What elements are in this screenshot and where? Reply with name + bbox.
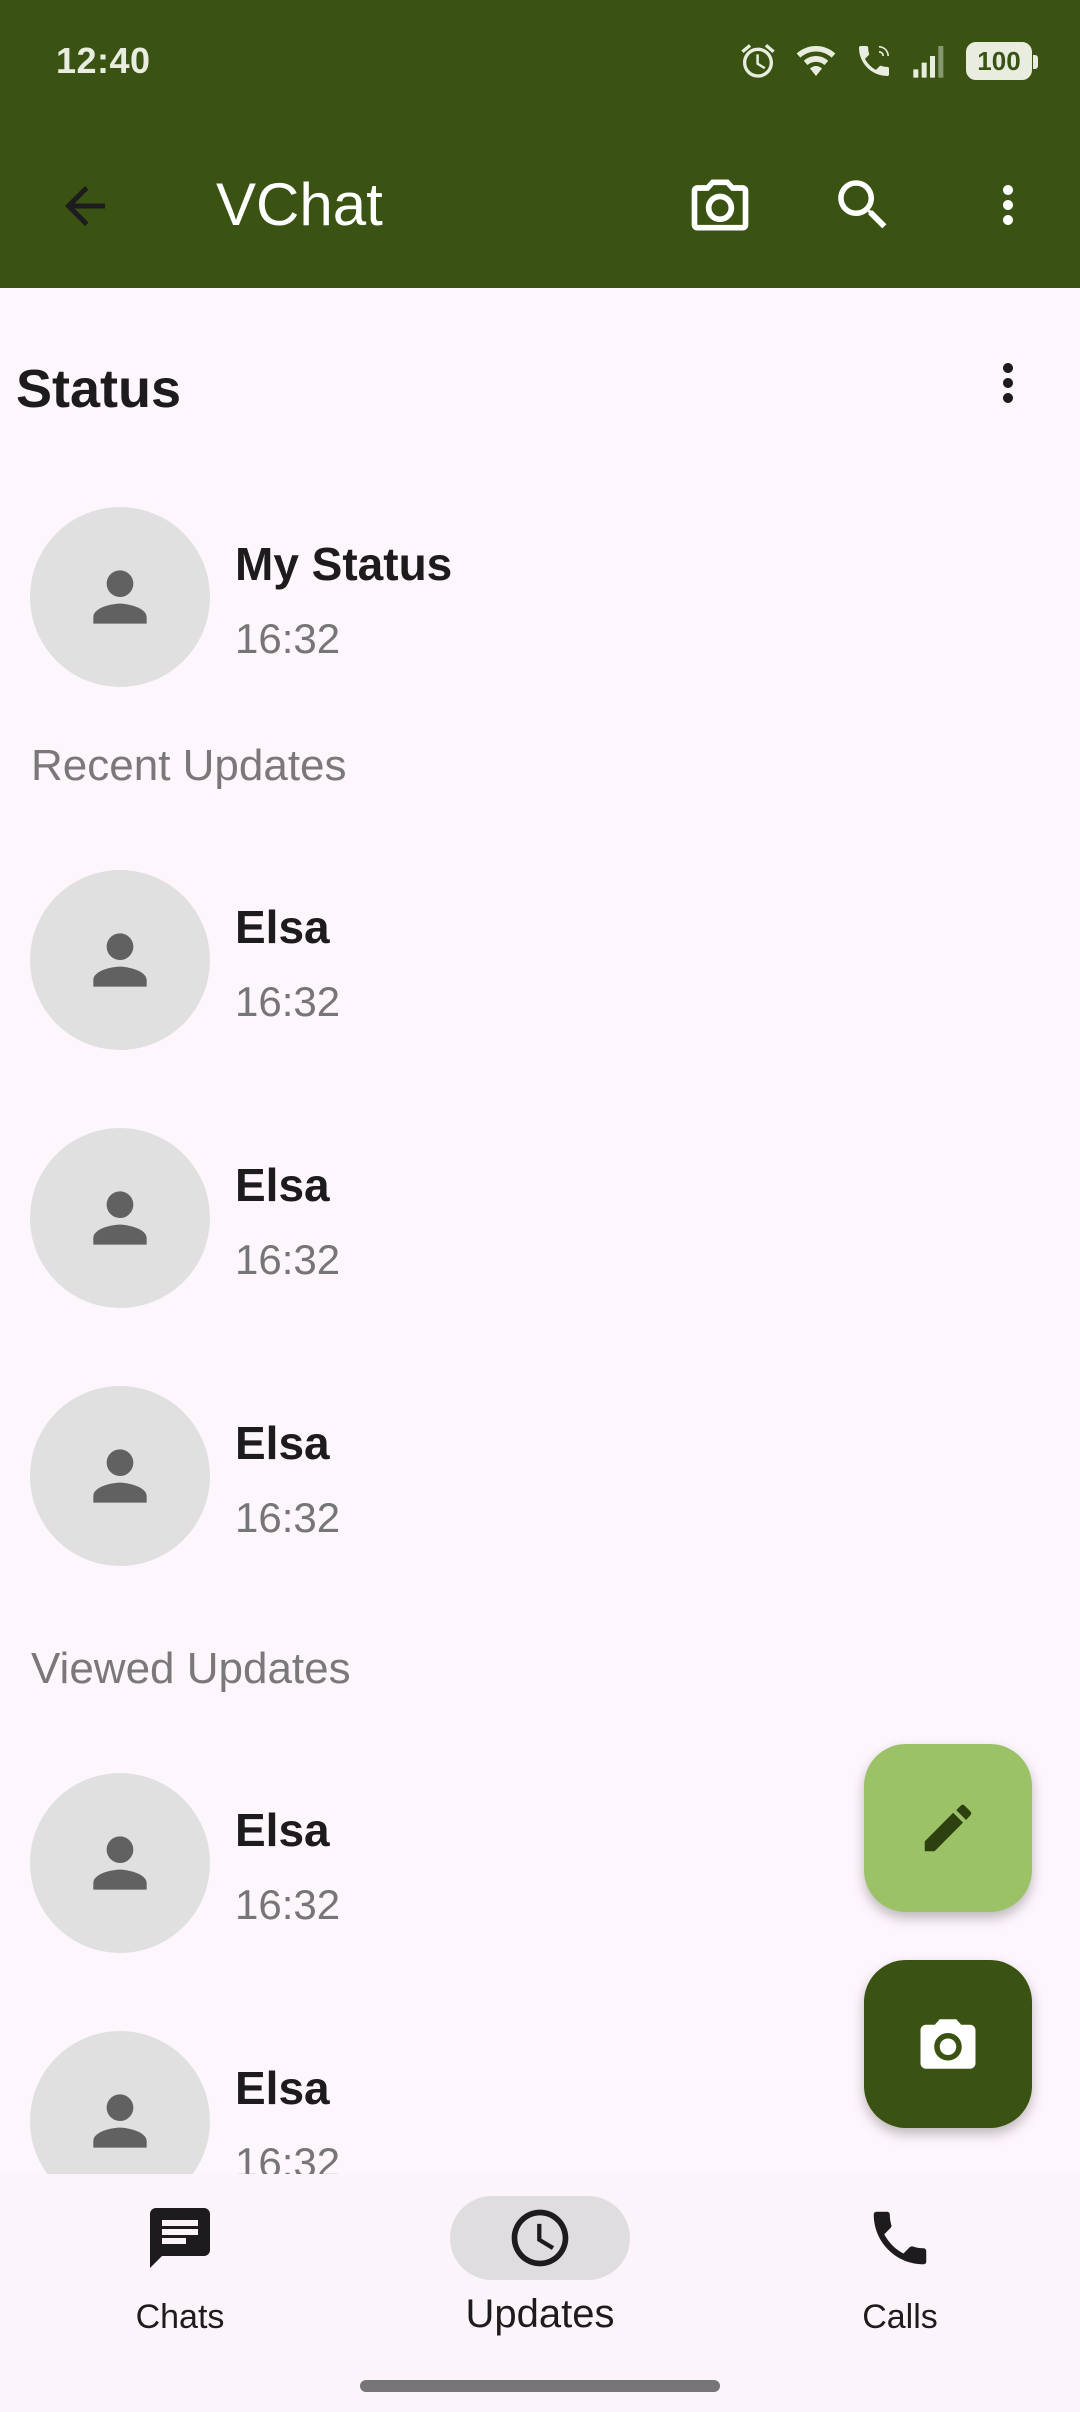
my-status-row[interactable]: My Status 16:32 <box>30 507 1030 687</box>
list-item[interactable]: Elsa 16:32 <box>30 870 1030 1050</box>
clock-icon <box>511 2209 569 2267</box>
overflow-menu-button[interactable] <box>968 165 1048 245</box>
top-header: 12:40 100 VChat <box>0 0 1080 288</box>
back-button[interactable] <box>50 171 120 241</box>
person-icon <box>93 1191 147 1245</box>
edit-status-fab[interactable] <box>864 1744 1032 1912</box>
avatar <box>30 507 210 687</box>
status-time: 16:32 <box>235 1881 341 1928</box>
avatar <box>30 870 210 1050</box>
app-bar: VChat <box>0 125 1080 288</box>
app-title: VChat <box>216 171 383 238</box>
phone-icon <box>873 2211 927 2265</box>
nav-label: Calls <box>862 2298 938 2336</box>
bottom-navigation: Chats Updates Calls <box>0 2174 1080 2412</box>
section-title: Status <box>16 359 182 419</box>
clock: 12:40 <box>56 40 151 81</box>
nav-item-chats[interactable]: Chats <box>30 2174 330 2374</box>
home-gesture-bar[interactable] <box>360 2380 720 2392</box>
contact-name: Elsa <box>235 1804 330 1856</box>
list-item[interactable]: Elsa 16:32 <box>30 1128 1030 1308</box>
system-status-bar: 12:40 100 <box>0 0 1080 125</box>
search-icon <box>838 180 887 229</box>
status-time: 16:32 <box>235 2139 341 2174</box>
alarm-icon <box>738 41 778 81</box>
chat-icon <box>150 2208 210 2268</box>
nav-indicator <box>810 2196 990 2280</box>
camera-button[interactable] <box>680 165 760 245</box>
avatar <box>30 1773 210 1953</box>
contact-name: My Status <box>235 538 453 590</box>
person-icon <box>93 1449 147 1503</box>
avatar <box>30 2031 210 2174</box>
person-icon <box>93 570 147 624</box>
status-time: 16:32 <box>235 978 341 1025</box>
more-vert-icon <box>1003 185 1013 225</box>
wifi-icon <box>792 41 840 81</box>
contact-name: Elsa <box>235 1417 330 1469</box>
list-item[interactable]: Elsa 16:32 <box>30 1386 1030 1566</box>
nav-item-calls[interactable]: Calls <box>750 2174 1050 2374</box>
status-icons: 100 <box>738 36 1038 86</box>
contact-name: Elsa <box>235 1159 330 1211</box>
camera-status-fab[interactable] <box>864 1960 1032 2128</box>
nav-label: Updates <box>465 2292 615 2336</box>
person-icon <box>93 933 147 987</box>
status-menu-button[interactable] <box>975 350 1041 416</box>
battery-indicator: 100 <box>966 42 1038 80</box>
more-vert-icon <box>1003 363 1013 403</box>
contact-name: Elsa <box>235 2062 330 2114</box>
viewed-updates-header: Viewed Updates <box>31 1644 351 1693</box>
wifi-call-icon <box>854 41 894 81</box>
status-time: 16:32 <box>235 615 341 662</box>
status-time: 16:32 <box>235 1236 341 1283</box>
nav-item-updates[interactable]: Updates <box>390 2174 690 2374</box>
search-button[interactable] <box>823 165 903 245</box>
nav-indicator <box>90 2196 270 2280</box>
edit-icon <box>924 1804 972 1852</box>
back-arrow-icon <box>65 186 105 226</box>
person-icon <box>93 2094 147 2148</box>
camera-icon <box>920 2019 976 2069</box>
avatar <box>30 1386 210 1566</box>
status-time: 16:32 <box>235 1494 341 1541</box>
nav-label: Chats <box>135 2298 225 2336</box>
nav-indicator-active <box>450 2196 630 2280</box>
avatar <box>30 1128 210 1308</box>
person-icon <box>93 1836 147 1890</box>
recent-updates-header: Recent Updates <box>31 741 347 790</box>
cell-signal-icon <box>908 41 952 81</box>
contact-name: Elsa <box>235 901 330 953</box>
camera-icon <box>691 179 749 231</box>
